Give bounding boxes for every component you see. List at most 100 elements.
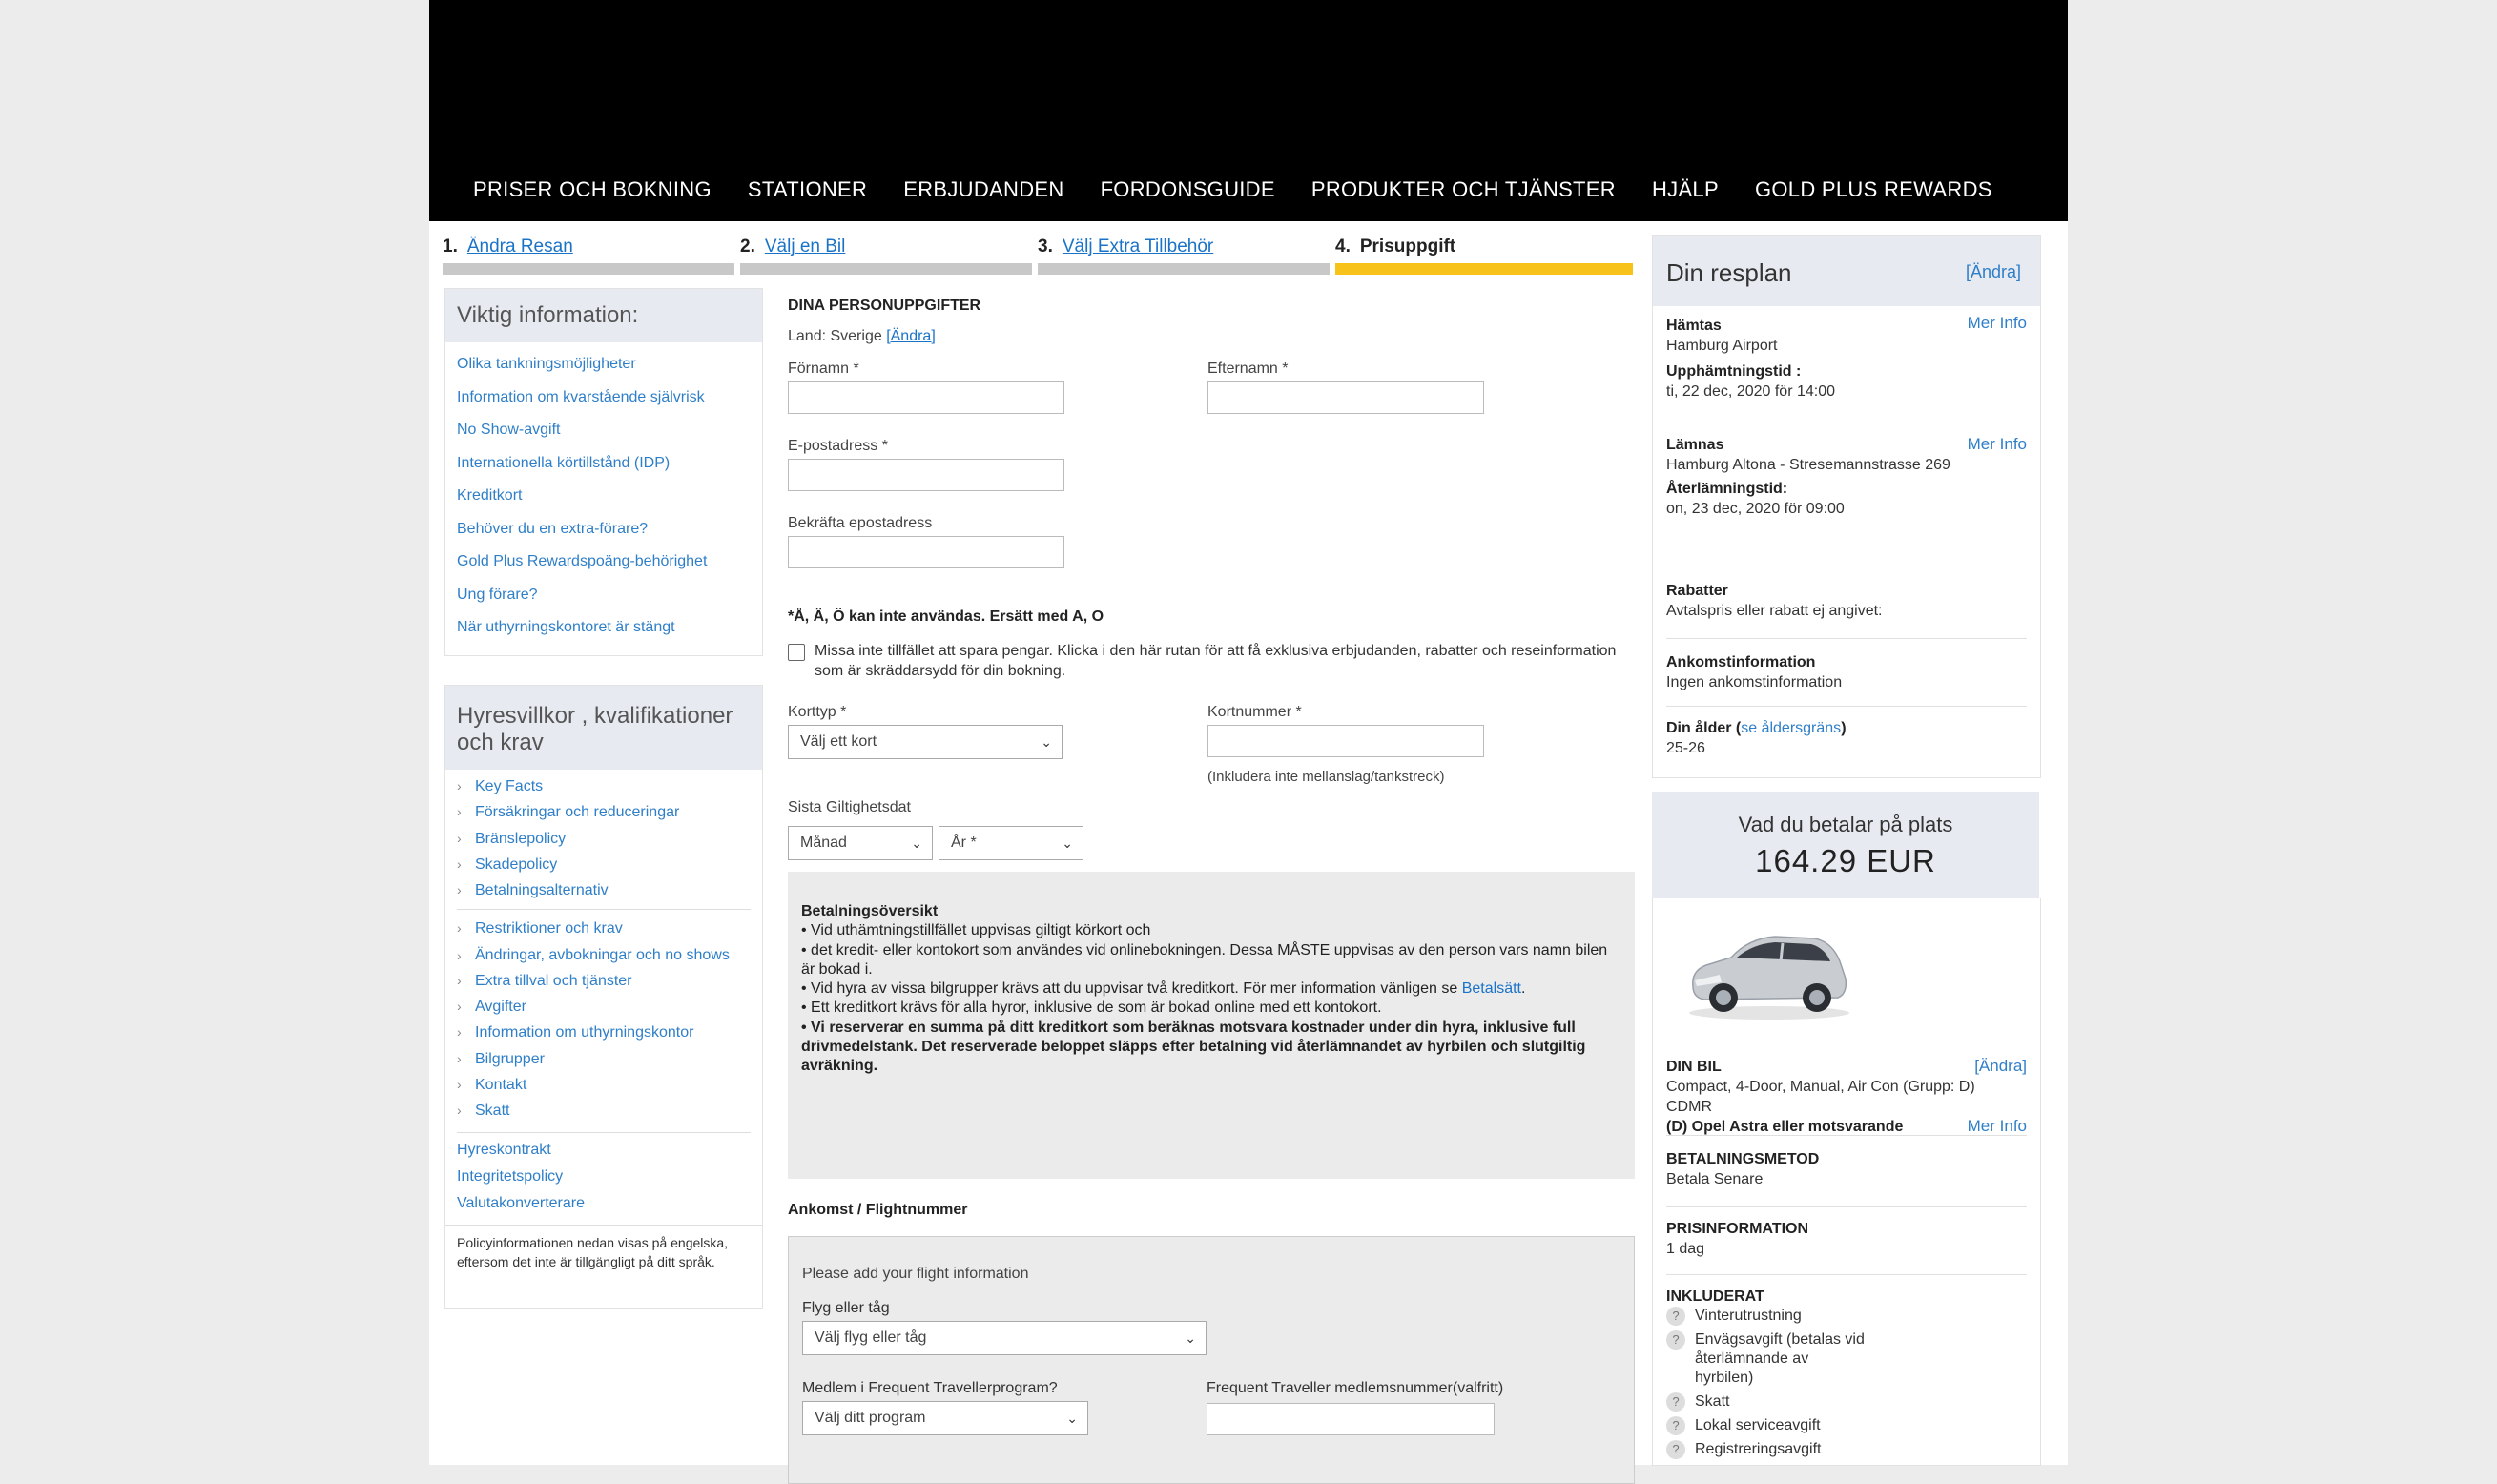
help-icon[interactable]: ? — [1666, 1416, 1685, 1435]
payment-method-label: BETALNINGSMETOD — [1666, 1151, 1820, 1167]
included-item-label: Envägsavgift (betalas vid återlämnande a… — [1695, 1331, 1865, 1386]
chevron-right-icon: › — [457, 947, 462, 963]
ft-member-input[interactable] — [1207, 1403, 1495, 1435]
terms-item[interactable]: › Kontakt — [457, 1072, 751, 1098]
terms-item[interactable]: › Avgifter — [457, 994, 751, 1020]
terms-item-label: Skatt — [475, 1103, 510, 1120]
month-value: Månad — [800, 835, 847, 851]
terms-item[interactable]: › Bilgrupper — [457, 1046, 751, 1072]
terms-item[interactable]: › Skadepolicy — [457, 852, 751, 877]
ft-program-select[interactable]: Välj ditt program ⌄ — [802, 1401, 1088, 1435]
info-link[interactable]: Gold Plus Rewardspoäng-behörighet — [457, 546, 751, 579]
terms-item[interactable]: › Key Facts — [457, 773, 751, 799]
step-4: 4. Prisuppgift — [1335, 237, 1633, 275]
email-input[interactable] — [788, 459, 1064, 491]
payment-overview-box: Betalningsöversikt • Vid uthämtningstill… — [788, 872, 1635, 1179]
chevron-right-icon: › — [457, 999, 462, 1015]
chevron-right-icon: › — [457, 1103, 462, 1119]
divider — [457, 1131, 751, 1133]
nav-produkter-och-tjanster[interactable]: PRODUKTER OCH TJÄNSTER — [1311, 177, 1616, 202]
nav-priser-och-bokning[interactable]: PRISER OCH BOKNING — [473, 177, 712, 202]
terms-item-label: Bränslepolicy — [475, 830, 567, 847]
terms-item[interactable]: › Extra tillval och tjänster — [457, 968, 751, 994]
return-time: on, 23 dec, 2020 för 09:00 — [1666, 501, 1845, 517]
car-change-link[interactable]: [Ändra] — [1974, 1057, 2027, 1076]
chevron-right-icon: › — [457, 1024, 462, 1041]
included-item: ? Vinterutrustning — [1666, 1307, 2027, 1326]
age-label: Din ålder (se åldersgräns) — [1666, 718, 2027, 738]
included-label: INKLUDERAT — [1666, 1288, 1764, 1305]
offers-checkbox[interactable] — [788, 644, 805, 661]
chevron-right-icon: › — [457, 804, 462, 820]
first-name-input[interactable] — [788, 381, 1064, 414]
link-hyreskontrakt[interactable]: Hyreskontrakt — [445, 1137, 762, 1164]
flight-intro: Please add your flight information — [802, 1266, 1029, 1282]
betalsatt-link[interactable]: Betalsätt — [1462, 980, 1521, 997]
terms-box: Hyresvillkor , kvalifikationer och krav … — [444, 685, 763, 1309]
terms-item[interactable]: › Betalningsalternativ — [457, 877, 751, 903]
nav-stationer[interactable]: STATIONER — [748, 177, 867, 202]
card-type-label: Korttyp * — [788, 704, 847, 720]
link-valutakonverterare[interactable]: Valutakonverterare — [445, 1190, 762, 1217]
info-link[interactable]: No Show-avgift — [457, 414, 751, 447]
return-more-info[interactable]: Mer Info — [1968, 435, 2027, 454]
card-type-select[interactable]: Välj ett kort ⌄ — [788, 725, 1063, 759]
age-limit-link[interactable]: se åldersgräns — [1741, 720, 1841, 736]
included-item-label: Vinterutrustning — [1695, 1308, 1802, 1324]
country-change-link[interactable]: [Ändra] — [886, 328, 936, 344]
info-link[interactable]: Ung förare? — [457, 579, 751, 612]
nav-gold-plus-rewards[interactable]: GOLD PLUS REWARDS — [1755, 177, 1992, 202]
step-link-andra-resan[interactable]: Ändra Resan — [467, 237, 573, 257]
nav-hjalp[interactable]: HJÄLP — [1652, 177, 1719, 202]
terms-item[interactable]: › Skatt — [457, 1098, 751, 1123]
help-icon[interactable]: ? — [1666, 1440, 1685, 1459]
car-more-info[interactable]: Mer Info — [1968, 1117, 2027, 1136]
chevron-right-icon: › — [457, 1050, 462, 1066]
chevron-down-icon: ⌄ — [1066, 1411, 1078, 1426]
main-nav: PRISER OCH BOKNING STATIONER ERBJUDANDEN… — [473, 177, 2029, 202]
help-icon[interactable]: ? — [1666, 1330, 1685, 1350]
help-icon[interactable]: ? — [1666, 1307, 1685, 1326]
link-integritetspolicy[interactable]: Integritetspolicy — [445, 1164, 762, 1190]
arrival-section: Ankomstinformation Ingen ankomstinformat… — [1666, 639, 2027, 707]
info-link[interactable]: När uthyrningskontoret är stängt — [457, 611, 751, 645]
nav-fordonsguide[interactable]: FORDONSGUIDE — [1101, 177, 1275, 202]
card-number-hint: (Inkludera inte mellanslag/tankstreck) — [1207, 769, 1445, 785]
expiry-year-select[interactable]: År * ⌄ — [939, 826, 1083, 860]
step-number: 3. — [1038, 237, 1053, 257]
expiry-month-select[interactable]: Månad ⌄ — [788, 826, 933, 860]
terms-item-label: Avgifter — [475, 999, 526, 1016]
important-info-box: Viktig information: Olika tankningsmöjli… — [444, 288, 763, 656]
ft-member-label: Frequent Traveller medlemsnummer(valfrit… — [1207, 1380, 1504, 1396]
card-number-input[interactable] — [1207, 725, 1484, 757]
itinerary-change-link[interactable]: [Ändra] — [1966, 262, 2021, 282]
nav-erbjudanden[interactable]: ERBJUDANDEN — [903, 177, 1063, 202]
return-time-label: Återlämningstid: — [1666, 481, 1788, 497]
terms-item[interactable]: › Bränslepolicy — [457, 826, 751, 852]
flight-mode-select[interactable]: Välj flyg eller tåg ⌄ — [802, 1321, 1207, 1355]
car-box: DIN BIL [Ändra] Compact, 4-Door, Manual,… — [1652, 898, 2041, 1466]
pickup-more-info[interactable]: Mer Info — [1968, 314, 2027, 333]
offers-text: Missa inte tillfället att spara pengar. … — [815, 643, 1617, 679]
chevron-right-icon: › — [457, 855, 462, 872]
confirm-email-input[interactable] — [788, 536, 1064, 568]
last-name-input[interactable] — [1207, 381, 1484, 414]
info-link[interactable]: Information om kvarstående självrisk — [457, 381, 751, 415]
terms-item[interactable]: › Försäkringar och reduceringar — [457, 799, 751, 825]
pay-on-site-label: Vad du betalar på plats — [1738, 813, 1953, 836]
important-info-title: Viktig information: — [445, 289, 762, 342]
terms-item[interactable]: › Ändringar, avbokningar och no shows — [457, 942, 751, 968]
step-bar — [1038, 263, 1330, 275]
character-note: *Å, Ä, Ö kan inte användas. Ersätt med A… — [788, 608, 1104, 625]
terms-item[interactable]: › Information om uthyrningskontor — [457, 1020, 751, 1045]
info-link[interactable]: Internationella körtillstånd (IDP) — [457, 447, 751, 481]
step-link-valj-extra-tillbehor[interactable]: Välj Extra Tillbehör — [1063, 237, 1213, 257]
info-link[interactable]: Olika tankningsmöjligheter — [457, 348, 751, 381]
terms-item-label: Skadepolicy — [475, 855, 558, 873]
terms-item[interactable]: › Restriktioner och krav — [457, 916, 751, 941]
info-link[interactable]: Behöver du en extra-förare? — [457, 513, 751, 546]
help-icon[interactable]: ? — [1666, 1392, 1685, 1412]
info-link[interactable]: Kreditkort — [457, 480, 751, 513]
step-link-valj-en-bil[interactable]: Välj en Bil — [765, 237, 846, 257]
chevron-right-icon: › — [457, 1076, 462, 1092]
